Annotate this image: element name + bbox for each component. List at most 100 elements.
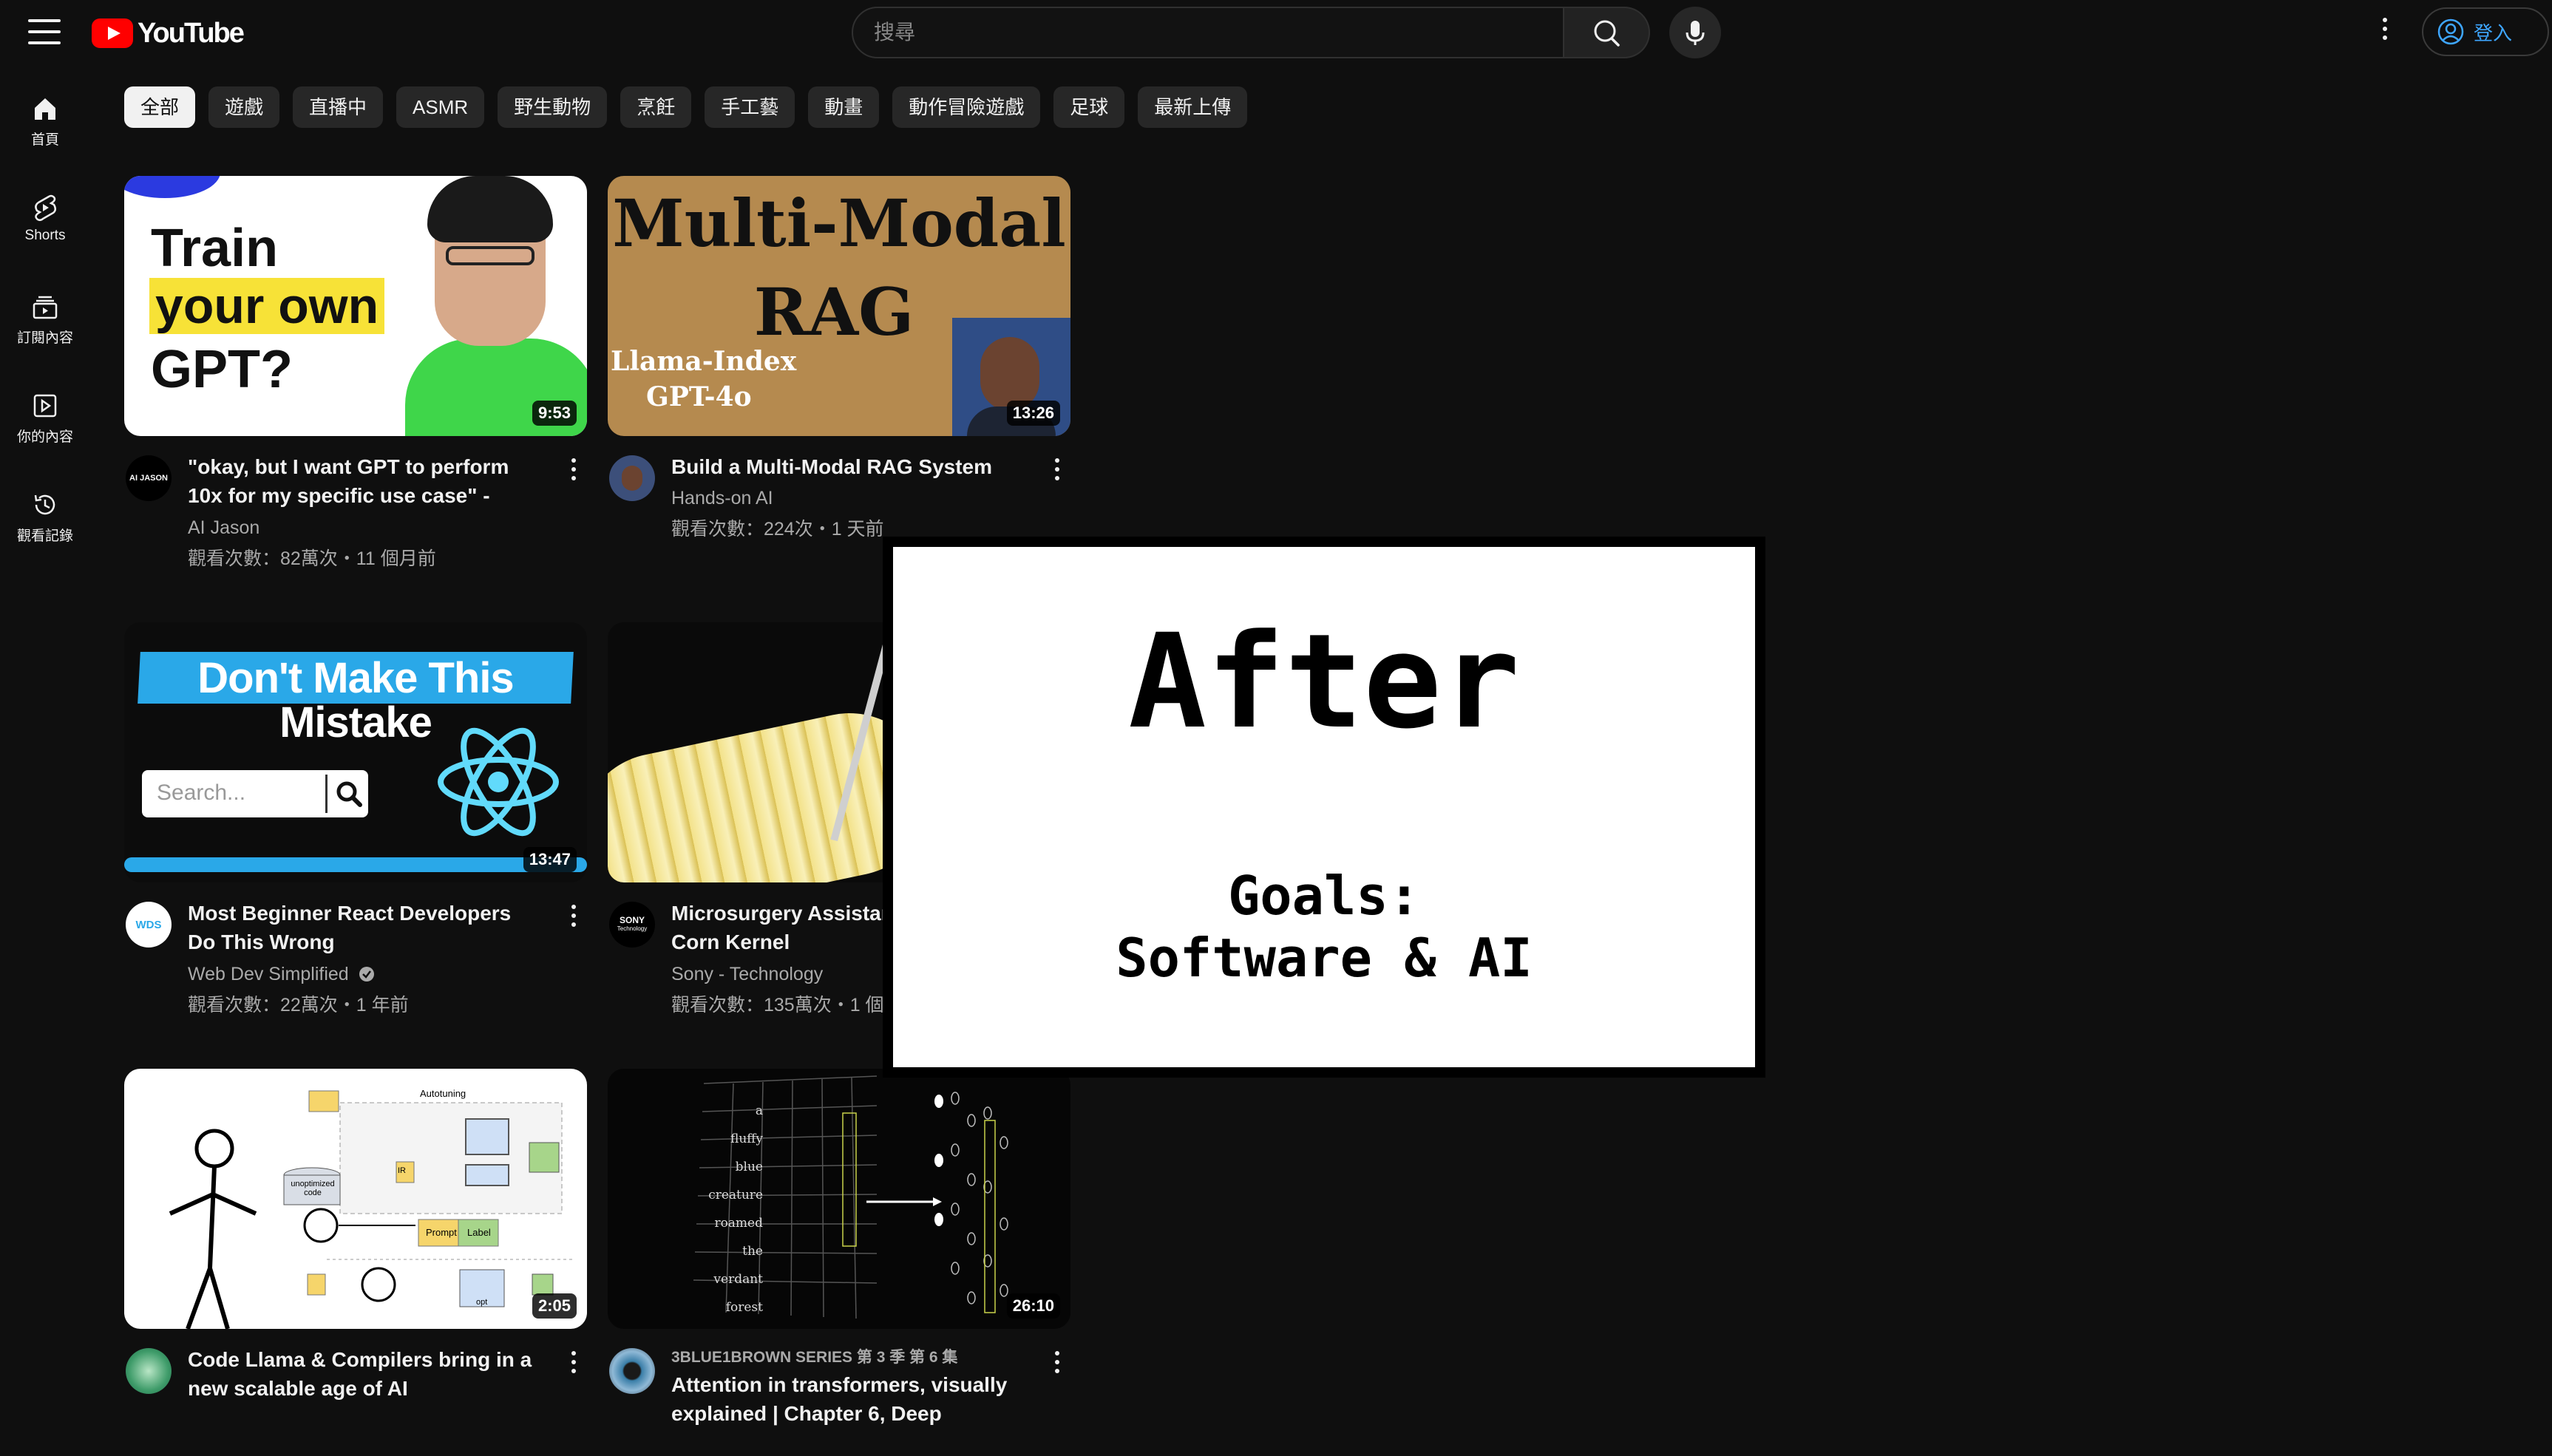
- video-duration: 2:05: [532, 1293, 577, 1319]
- channel-name: Web Dev Simplified: [188, 964, 375, 985]
- channel-name[interactable]: AI Jason: [188, 517, 259, 539]
- sidebar-item-label: Shorts: [24, 228, 66, 243]
- avatar-text: AI JASON: [129, 474, 168, 483]
- chip-wildlife[interactable]: 野生動物: [498, 86, 608, 128]
- chip-gaming[interactable]: 遊戲: [208, 86, 280, 128]
- library-icon: [33, 394, 57, 418]
- search-button[interactable]: [1564, 7, 1650, 58]
- overlay-goals: Goals: Software & AI: [893, 865, 1755, 989]
- video-menu-icon[interactable]: [1050, 1351, 1065, 1376]
- thumbnail-text: Train: [151, 219, 279, 278]
- youtube-logo[interactable]: YouTube: [92, 17, 245, 49]
- chip-recently-uploaded[interactable]: 最新上傳: [1138, 86, 1248, 128]
- chip-live[interactable]: 直播中: [293, 86, 384, 128]
- channel-avatar[interactable]: [126, 1348, 172, 1394]
- chip-animation[interactable]: 動畫: [808, 86, 880, 128]
- video-menu-icon[interactable]: [566, 458, 581, 483]
- chip-cooking[interactable]: 烹飪: [620, 86, 692, 128]
- thumbnail-decoration: [124, 176, 220, 198]
- overlay-heading: After: [1128, 606, 1520, 758]
- home-icon: [35, 98, 55, 120]
- video-card: Multi-Modal RAG Llama-Index GPT-4o 13:26…: [608, 176, 1070, 563]
- react-logo-icon: [438, 727, 559, 837]
- thumbnail-text: Multi-Modal: [612, 185, 1066, 262]
- attention-word: verdant: [713, 1272, 763, 1287]
- video-card: Don't Make This Mistake Search... 13:47 …: [124, 622, 587, 1016]
- chip-crafts[interactable]: 手工藝: [705, 86, 795, 128]
- logo-text: YouTube: [138, 17, 245, 49]
- category-chips: 全部 遊戲 直播中 ASMR 野生動物 烹飪 手工藝 動畫 動作冒險遊戲 足球 …: [124, 86, 1260, 128]
- top-bar: YouTube 登入: [0, 0, 2552, 65]
- sign-in-button[interactable]: 登入: [2422, 7, 2549, 56]
- avatar-text: SONY: [619, 915, 645, 925]
- menu-icon[interactable]: [28, 19, 61, 46]
- video-thumbnail[interactable]: Multi-Modal RAG Llama-Index GPT-4o 13:26: [608, 176, 1070, 436]
- video-duration: 26:10: [1006, 1293, 1060, 1319]
- overlay-goals-line: Software & AI: [1116, 927, 1533, 989]
- thumbnail-search-box: Search...: [142, 770, 368, 817]
- channel-name-text[interactable]: Web Dev Simplified: [188, 964, 349, 984]
- sidebar-item-shorts[interactable]: Shorts: [0, 180, 90, 269]
- history-icon: [34, 494, 55, 515]
- channel-avatar[interactable]: SONY Technology: [609, 902, 655, 948]
- video-meta: WDS Most Beginner React Developers Do Th…: [124, 899, 587, 1016]
- attention-word-list: a fluffy blue creature roamed the verdan…: [696, 1097, 763, 1321]
- thumbnail-text: GPT?: [151, 340, 293, 399]
- sidebar-item-subscriptions[interactable]: 訂閱內容: [0, 279, 90, 368]
- video-menu-icon[interactable]: [566, 1351, 581, 1376]
- video-title[interactable]: Build a Multi-Modal RAG System: [671, 452, 1025, 481]
- voice-search-button[interactable]: [1669, 7, 1721, 58]
- video-title[interactable]: "okay, but I want GPT to perform 10x for…: [188, 452, 541, 510]
- channel-avatar[interactable]: [609, 1348, 655, 1394]
- sidebar-item-home[interactable]: 首頁: [0, 81, 90, 170]
- search-icon: [336, 781, 362, 807]
- chip-asmr[interactable]: ASMR: [396, 86, 485, 128]
- search-input[interactable]: [853, 8, 1539, 57]
- video-duration: 9:53: [532, 401, 577, 426]
- attention-word: a: [755, 1103, 763, 1118]
- series-label[interactable]: 3BLUE1BROWN SERIES 第 3 季 第 6 集: [671, 1345, 957, 1367]
- after-overlay-card: After Goals: Software & AI: [883, 537, 1765, 1078]
- sidebar-item-label: 首頁: [30, 132, 59, 148]
- diagram-label: IR: [398, 1166, 406, 1175]
- video-stats: 觀看次數：82萬次・11 個月前: [188, 548, 436, 569]
- attention-word: forest: [725, 1300, 763, 1315]
- video-menu-icon[interactable]: [1050, 458, 1065, 483]
- video-thumbnail[interactable]: Autotuning Prompt Label unoptimized code…: [124, 1069, 587, 1329]
- thumbnail-text: Search...: [157, 780, 246, 805]
- channel-avatar[interactable]: [609, 455, 655, 501]
- chip-all[interactable]: 全部: [124, 86, 196, 128]
- overlay-content: After Goals: Software & AI: [893, 547, 1755, 1067]
- video-meta: AI JASON "okay, but I want GPT to perfor…: [124, 452, 587, 569]
- video-title[interactable]: Attention in transformers, visually expl…: [671, 1370, 1025, 1428]
- channel-name[interactable]: Sony - Technology: [671, 964, 823, 985]
- sidebar-item-your-content[interactable]: 你的內容: [0, 378, 90, 467]
- avatar-text: WDS: [135, 918, 162, 931]
- video-duration: 13:47: [523, 847, 577, 872]
- sidebar-item-history[interactable]: 觀看記錄: [0, 477, 90, 566]
- video-meta: Code Llama & Compilers bring in a new sc…: [124, 1345, 587, 1456]
- channel-avatar[interactable]: AI JASON: [126, 455, 172, 501]
- video-thumbnail[interactable]: a fluffy blue creature roamed the verdan…: [608, 1069, 1070, 1329]
- video-duration: 13:26: [1006, 401, 1060, 426]
- sign-in-label: 登入: [2474, 21, 2513, 44]
- video-title[interactable]: Most Beginner React Developers Do This W…: [188, 899, 541, 956]
- video-card: Autotuning Prompt Label unoptimized code…: [124, 1069, 587, 1456]
- video-thumbnail[interactable]: Train your own GPT? 9:53: [124, 176, 587, 436]
- chip-action-adventure[interactable]: 動作冒險遊戲: [892, 86, 1041, 128]
- settings-menu-icon[interactable]: [2372, 18, 2398, 47]
- video-menu-icon[interactable]: [566, 905, 581, 930]
- diagram-label: unoptimized code: [291, 1180, 335, 1197]
- shorts-icon: [35, 194, 56, 222]
- video-thumbnail[interactable]: Don't Make This Mistake Search... 13:47: [124, 622, 587, 882]
- diagram-label: Label: [467, 1227, 491, 1238]
- channel-avatar[interactable]: WDS: [126, 902, 172, 948]
- thumbnail-decoration: [124, 857, 587, 872]
- channel-name[interactable]: Hands-on AI: [671, 488, 773, 509]
- video-stats: 觀看次數：224次・1 天前: [671, 519, 884, 540]
- chip-football[interactable]: 足球: [1053, 86, 1125, 128]
- attention-word: fluffy: [730, 1132, 763, 1146]
- video-title[interactable]: Code Llama & Compilers bring in a new sc…: [188, 1345, 541, 1403]
- video-stats: 觀看次數：22萬次・1 年前: [188, 995, 409, 1016]
- video-stats: 觀看次數：135萬次・1 個: [671, 995, 884, 1016]
